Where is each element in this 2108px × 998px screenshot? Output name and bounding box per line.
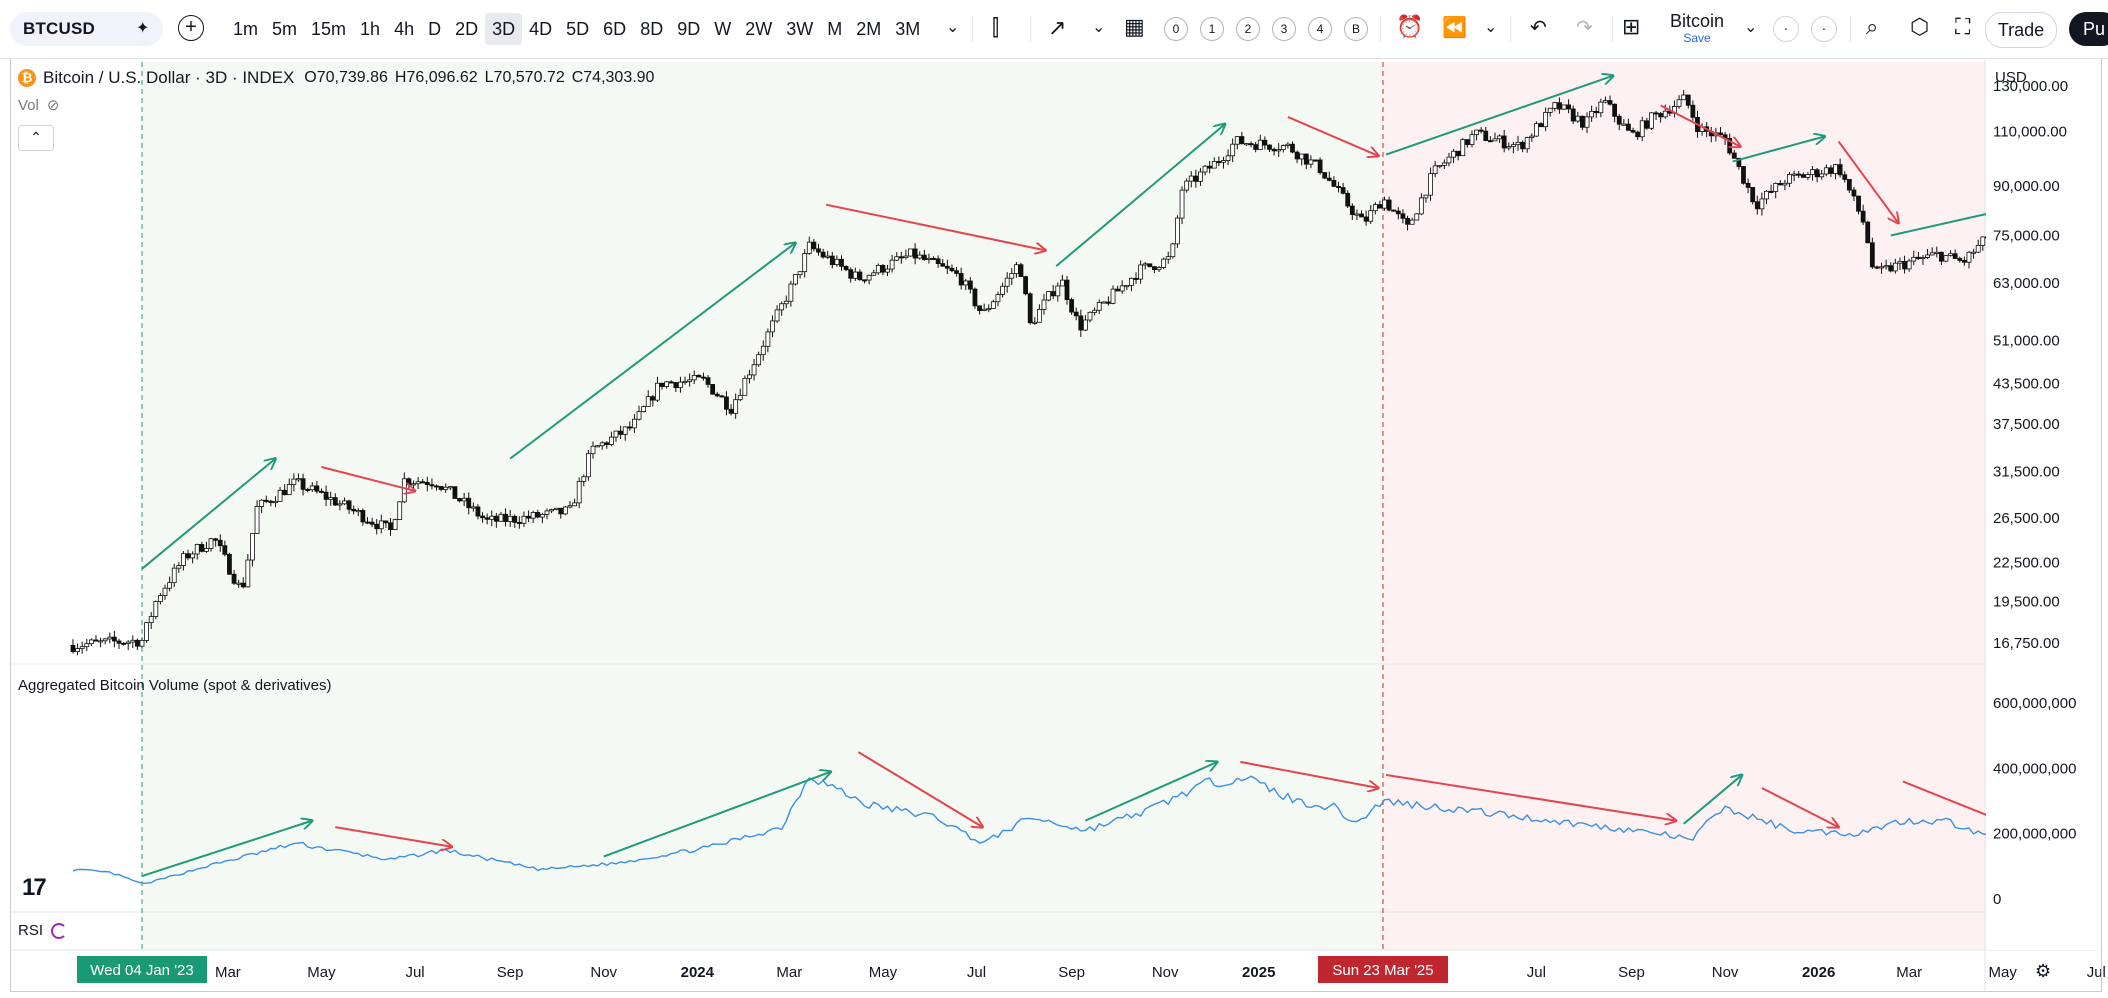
rsi-label: RSI bbox=[18, 922, 44, 939]
legend-close: C74,303.90 bbox=[571, 69, 655, 86]
legend-low: L70,570.72 bbox=[484, 69, 565, 86]
bitcoin-coin-icon: ₿ bbox=[18, 69, 36, 87]
chart-frame bbox=[10, 58, 2102, 992]
loading-spinner-icon bbox=[51, 922, 68, 939]
eye-hidden-icon[interactable]: ⊘ bbox=[47, 96, 60, 114]
chevron-up-icon: ⌃ bbox=[30, 129, 42, 145]
rsi-pane-row: RSI bbox=[18, 922, 68, 939]
vol-label: Vol bbox=[18, 96, 39, 114]
legend-open: O70,739.86 bbox=[304, 69, 388, 86]
chart-legend: ₿ Bitcoin / U.S. Dollar · 3D · INDEX O70… bbox=[18, 68, 654, 88]
axis-settings-icon[interactable]: ⚙ bbox=[2035, 961, 2051, 982]
collapse-legend-button[interactable]: ⌃ bbox=[18, 125, 54, 151]
volume-pane-title: Aggregated Bitcoin Volume (spot & deriva… bbox=[18, 677, 332, 694]
legend-title: Bitcoin / U.S. Dollar · 3D · INDEX bbox=[43, 68, 295, 87]
legend-high: H76,096.62 bbox=[394, 69, 478, 86]
currency-label[interactable]: USD bbox=[1995, 69, 2027, 86]
vol-indicator-row[interactable]: Vol ⊘ bbox=[18, 96, 60, 115]
tradingview-logo-icon: 17 bbox=[22, 874, 47, 901]
